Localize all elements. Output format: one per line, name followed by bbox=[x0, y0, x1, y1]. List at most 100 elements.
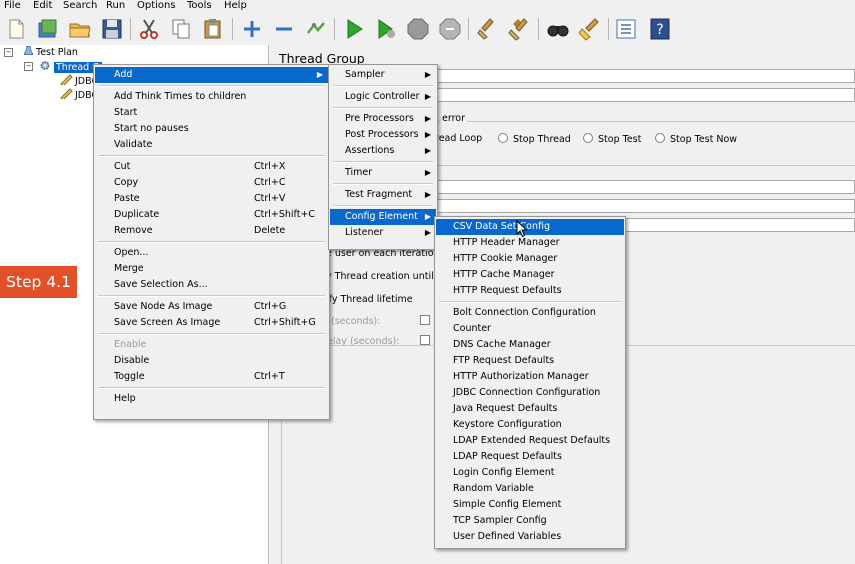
add-submenu-item-pre-processors[interactable]: Pre Processors ▶ bbox=[330, 111, 436, 127]
open-icon[interactable] bbox=[68, 17, 92, 41]
context-menu-item-add-think-times-to-children[interactable]: Add Think Times to children bbox=[95, 89, 328, 105]
config-item-java-request-defaults[interactable]: Java Request Defaults bbox=[436, 401, 624, 417]
config-item-ldap-request-defaults[interactable]: LDAP Request Defaults bbox=[436, 449, 624, 465]
config-item-tcp-sampler-config[interactable]: TCP Sampler Config bbox=[436, 513, 624, 529]
config-item-http-header-manager[interactable]: HTTP Header Manager bbox=[436, 235, 624, 251]
menu-separator bbox=[333, 183, 433, 185]
collapse-test-plan-toggle[interactable]: − bbox=[4, 48, 13, 57]
context-menu-item-disable[interactable]: Disable bbox=[95, 353, 328, 369]
comments-field[interactable] bbox=[379, 88, 855, 102]
context-menu-item-validate[interactable]: Validate bbox=[95, 137, 328, 153]
add-submenu-item-timer[interactable]: Timer ▶ bbox=[330, 165, 436, 181]
templates-icon[interactable] bbox=[36, 17, 60, 41]
menu-item-label: HTTP Authorization Manager bbox=[453, 371, 589, 382]
num-threads-field[interactable] bbox=[379, 180, 855, 194]
collapse-thread-group-toggle[interactable]: − bbox=[24, 62, 33, 71]
add-submenu-item-sampler[interactable]: Sampler ▶ bbox=[330, 67, 436, 83]
thread-properties-border bbox=[369, 165, 855, 166]
context-menu-item-open[interactable]: Open... bbox=[95, 245, 328, 261]
config-item-dns-cache-manager[interactable]: DNS Cache Manager bbox=[436, 337, 624, 353]
config-item-csv-data-set-config[interactable]: CSV Data Set Config bbox=[436, 219, 624, 235]
context-menu-item-duplicate[interactable]: Duplicate Ctrl+Shift+C bbox=[95, 207, 328, 223]
menu-item-shortcut: Ctrl+X bbox=[254, 161, 286, 172]
stop-icon[interactable] bbox=[406, 17, 430, 41]
context-menu-item-save-selection-as[interactable]: Save Selection As... bbox=[95, 277, 328, 293]
config-item-http-cache-manager[interactable]: HTTP Cache Manager bbox=[436, 267, 624, 283]
add-submenu-item-assertions[interactable]: Assertions ▶ bbox=[330, 143, 436, 159]
config-item-keystore-configuration[interactable]: Keystore Configuration bbox=[436, 417, 624, 433]
save-icon[interactable] bbox=[100, 17, 124, 41]
clear-icon[interactable] bbox=[476, 17, 500, 41]
menu-item-label: Save Selection As... bbox=[114, 279, 208, 290]
context-menu-item-save-screen-as-image[interactable]: Save Screen As Image Ctrl+Shift+G bbox=[95, 315, 328, 331]
context-menu-item-save-node-as-image[interactable]: Save Node As Image Ctrl+G bbox=[95, 299, 328, 315]
function-helper-icon[interactable] bbox=[614, 17, 638, 41]
menu-separator bbox=[333, 85, 433, 87]
config-item-login-config-element[interactable]: Login Config Element bbox=[436, 465, 624, 481]
context-menu-item-toggle[interactable]: Toggle Ctrl+T bbox=[95, 369, 328, 385]
menu-edit[interactable]: Edit bbox=[33, 0, 52, 12]
menu-options[interactable]: Options bbox=[137, 0, 176, 12]
collapse-icon[interactable] bbox=[272, 17, 296, 41]
radio-stop-thread[interactable]: Stop Thread bbox=[498, 133, 571, 145]
startup-delay-field[interactable] bbox=[420, 335, 430, 345]
radio-continue[interactable]: read Loop bbox=[435, 133, 482, 144]
add-submenu-item-test-fragment[interactable]: Test Fragment ▶ bbox=[330, 187, 436, 203]
config-item-simple-config-element[interactable]: Simple Config Element bbox=[436, 497, 624, 513]
menu-separator bbox=[439, 301, 621, 303]
shutdown-icon[interactable] bbox=[438, 17, 462, 41]
context-menu-item-paste[interactable]: Paste Ctrl+V bbox=[95, 191, 328, 207]
name-field[interactable] bbox=[379, 69, 855, 83]
new-icon[interactable] bbox=[4, 17, 28, 41]
help-icon[interactable]: ? bbox=[648, 17, 672, 41]
submenu-arrow-icon: ▶ bbox=[424, 130, 431, 139]
context-menu-item-help[interactable]: Help bbox=[95, 391, 328, 407]
test-plan-node[interactable]: Test Plan bbox=[23, 46, 78, 59]
context-menu-item-cut[interactable]: Cut Ctrl+X bbox=[95, 159, 328, 175]
clear-all-icon[interactable] bbox=[508, 17, 532, 41]
context-menu-item-merge[interactable]: Merge bbox=[95, 261, 328, 277]
config-item-counter[interactable]: Counter bbox=[436, 321, 624, 337]
search-icon[interactable] bbox=[546, 17, 570, 41]
config-item-http-request-defaults[interactable]: HTTP Request Defaults bbox=[436, 283, 624, 299]
radio-stop-test-now[interactable]: Stop Test Now bbox=[655, 133, 737, 145]
expand-icon[interactable] bbox=[240, 17, 264, 41]
menu-file[interactable]: File bbox=[4, 0, 21, 12]
menu-search[interactable]: Search bbox=[63, 0, 97, 12]
start-icon[interactable] bbox=[342, 17, 366, 41]
menu-run[interactable]: Run bbox=[106, 0, 125, 12]
menu-item-label: Remove bbox=[114, 225, 153, 236]
add-submenu-item-post-processors[interactable]: Post Processors ▶ bbox=[330, 127, 436, 143]
config-item-random-variable[interactable]: Random Variable bbox=[436, 481, 624, 497]
duration-field[interactable] bbox=[420, 315, 430, 325]
add-submenu-item-logic-controller[interactable]: Logic Controller ▶ bbox=[330, 89, 436, 105]
submenu-arrow-icon: ▶ bbox=[424, 168, 431, 177]
menu-tools[interactable]: Tools bbox=[187, 0, 212, 12]
start-no-pauses-icon[interactable] bbox=[374, 17, 398, 41]
config-item-http-cookie-manager[interactable]: HTTP Cookie Manager bbox=[436, 251, 624, 267]
config-item-ftp-request-defaults[interactable]: FTP Request Defaults bbox=[436, 353, 624, 369]
menu-item-label: HTTP Request Defaults bbox=[453, 285, 562, 296]
menu-item-label: Copy bbox=[114, 177, 139, 188]
add-submenu-item-listener[interactable]: Listener ▶ bbox=[330, 225, 436, 241]
context-menu-item-copy[interactable]: Copy Ctrl+C bbox=[95, 175, 328, 191]
config-item-ldap-extended-request-defaults[interactable]: LDAP Extended Request Defaults bbox=[436, 433, 624, 449]
copy-icon[interactable] bbox=[169, 17, 193, 41]
context-menu-item-start[interactable]: Start bbox=[95, 105, 328, 121]
config-item-bolt-connection-configuration[interactable]: Bolt Connection Configuration bbox=[436, 305, 624, 321]
menu-item-label: Logic Controller bbox=[345, 91, 420, 102]
ramp-up-field[interactable] bbox=[379, 199, 855, 213]
paste-icon[interactable] bbox=[201, 17, 225, 41]
reset-search-icon[interactable] bbox=[578, 17, 602, 41]
context-menu-item-remove[interactable]: Remove Delete bbox=[95, 223, 328, 239]
radio-stop-test[interactable]: Stop Test bbox=[583, 133, 641, 145]
menu-help[interactable]: Help bbox=[224, 0, 247, 12]
config-item-user-defined-variables[interactable]: User Defined Variables bbox=[436, 529, 624, 545]
context-menu-item-start-no-pauses[interactable]: Start no pauses bbox=[95, 121, 328, 137]
cut-icon[interactable] bbox=[137, 17, 161, 41]
add-submenu-item-config-element[interactable]: Config Element ▶ bbox=[330, 209, 436, 225]
config-item-http-authorization-manager[interactable]: HTTP Authorization Manager bbox=[436, 369, 624, 385]
toggle-icon[interactable] bbox=[304, 17, 328, 41]
config-item-jdbc-connection-configuration[interactable]: JDBC Connection Configuration bbox=[436, 385, 624, 401]
context-menu-item-add[interactable]: Add ▶ bbox=[95, 67, 328, 83]
